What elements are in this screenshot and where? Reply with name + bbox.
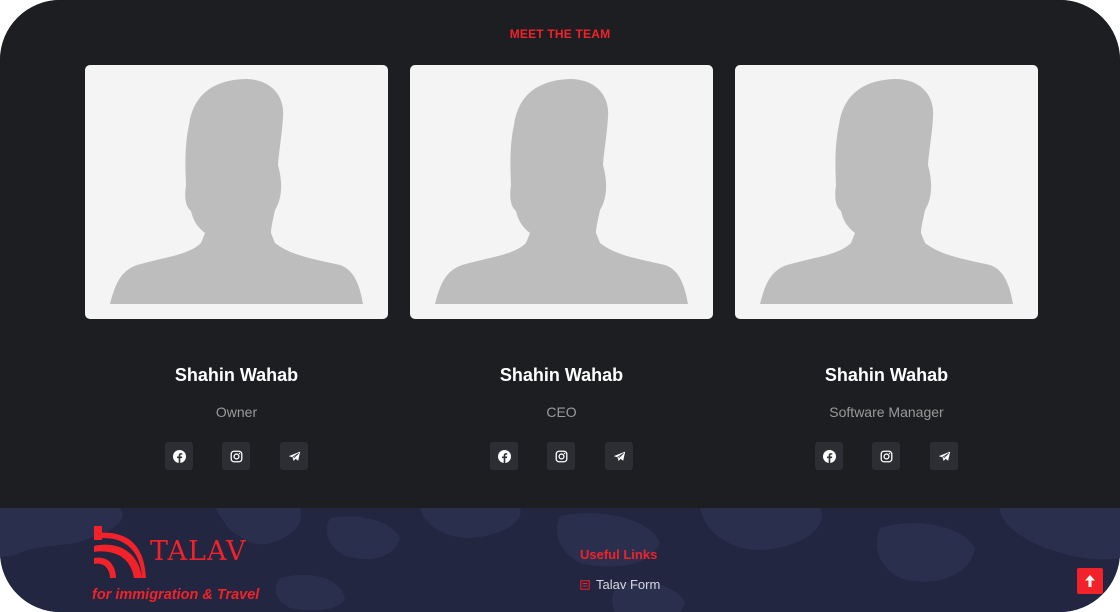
team-section: MEET THE TEAM Shahin Wahab Owner Shahin … [0,0,1120,508]
member-name: Shahin Wahab [174,365,299,385]
facebook-icon [497,449,511,463]
avatar-placeholder [85,65,388,319]
telegram-icon [613,451,625,461]
facebook-icon [172,449,186,463]
site-footer: TALAV for immigration & Travel Useful Li… [0,508,1120,612]
person-silhouette-icon [435,79,688,304]
form-icon [580,579,590,590]
scroll-to-top-button[interactable] [1077,568,1103,594]
person-silhouette-icon [110,79,363,304]
instagram-button[interactable] [222,442,250,470]
page-frame: MEET THE TEAM Shahin Wahab Owner Shahin … [0,0,1120,612]
avatar-placeholder [410,65,713,319]
team-card: Shahin Wahab CEO [410,65,713,470]
team-card: Shahin Wahab Software Manager [735,65,1038,470]
logo-wordmark: TALAV [150,536,247,567]
instagram-button[interactable] [547,442,575,470]
member-name: Shahin Wahab [824,365,949,385]
logo-tagline: for immigration & Travel [92,587,260,603]
instagram-icon [555,450,567,462]
social-links [410,442,713,470]
logo-mark-icon [94,526,146,578]
avatar-placeholder [735,65,1038,319]
instagram-icon [880,450,892,462]
instagram-button[interactable] [872,442,900,470]
instagram-icon [230,450,242,462]
social-links [85,442,388,470]
talav-logo[interactable]: TALAV for immigration & Travel [92,526,312,606]
member-role: Software Manager [829,404,944,420]
facebook-button[interactable] [490,442,518,470]
telegram-button[interactable] [605,442,633,470]
team-card: Shahin Wahab Owner [85,65,388,470]
footer-link-talav-form[interactable]: Talav Form [580,577,660,592]
member-role: Owner [215,404,258,420]
telegram-button[interactable] [930,442,958,470]
member-name: Shahin Wahab [499,365,624,385]
facebook-icon [822,449,836,463]
arrow-up-icon [1085,575,1095,587]
person-silhouette-icon [760,79,1013,304]
social-links [735,442,1038,470]
telegram-button[interactable] [280,442,308,470]
telegram-icon [288,451,300,461]
facebook-button[interactable] [165,442,193,470]
footer-link-label: Talav Form [596,577,661,592]
section-title: MEET THE TEAM [509,27,611,41]
telegram-icon [938,451,950,461]
useful-links-title: Useful Links [580,547,658,562]
member-role: CEO [546,404,577,420]
facebook-button[interactable] [815,442,843,470]
